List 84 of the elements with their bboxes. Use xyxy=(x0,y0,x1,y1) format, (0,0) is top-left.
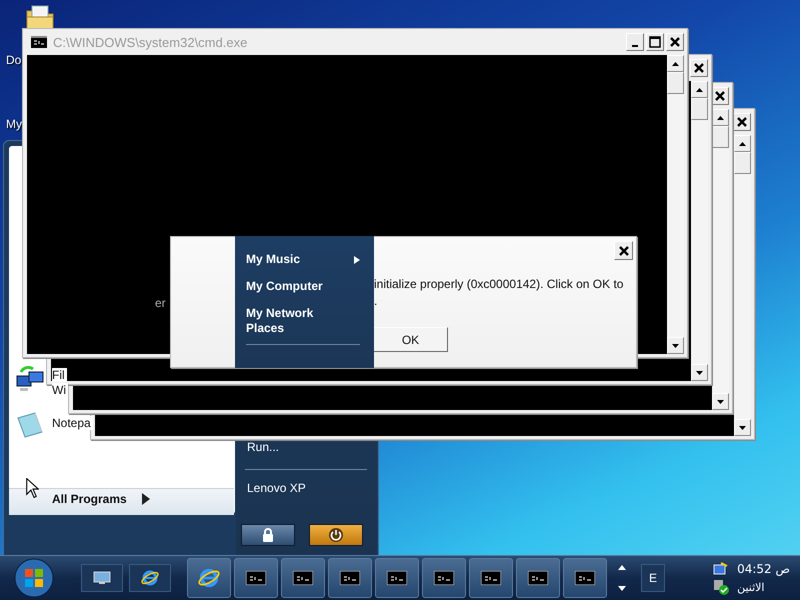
maximize-button[interactable] xyxy=(646,33,664,51)
console-icon xyxy=(528,571,548,585)
browser-button[interactable] xyxy=(129,564,171,592)
scroll-down-icon[interactable] xyxy=(712,393,729,410)
scrollbar[interactable] xyxy=(734,135,751,436)
scrollbar-thumb[interactable] xyxy=(667,72,684,94)
scroll-down-icon[interactable] xyxy=(667,337,684,354)
console-task-button[interactable] xyxy=(469,558,513,598)
close-icon xyxy=(737,117,747,127)
network-icon[interactable] xyxy=(713,561,730,577)
all-programs-button[interactable]: All Programs xyxy=(48,490,131,508)
lock-icon xyxy=(262,528,274,542)
console-icon xyxy=(434,571,454,585)
start-menu-item[interactable]: Lenovo XP xyxy=(247,481,306,495)
start-button[interactable] xyxy=(13,557,55,599)
start-menu-item[interactable]: Notepa xyxy=(52,416,93,430)
start-menu-item[interactable]: My Network Places xyxy=(246,306,360,336)
start-menu-item[interactable]: My Computer xyxy=(246,279,360,294)
lock-button[interactable] xyxy=(241,524,295,546)
power-button[interactable] xyxy=(309,524,363,546)
desktop-icon-label[interactable]: My xyxy=(6,117,22,131)
close-button[interactable] xyxy=(614,241,633,260)
console-icon xyxy=(293,571,313,585)
console-icon xyxy=(387,571,407,585)
console-icon xyxy=(481,571,501,585)
scroll-up-icon[interactable] xyxy=(691,81,708,98)
console-text: er xyxy=(155,296,166,310)
console-task-button[interactable] xyxy=(234,558,278,598)
console-icon xyxy=(575,571,595,585)
clock-day[interactable]: الاثنين xyxy=(737,580,764,594)
console-task-button[interactable] xyxy=(281,558,325,598)
close-button[interactable] xyxy=(666,33,684,51)
scroll-down-icon[interactable] xyxy=(691,364,708,381)
console-icon xyxy=(340,571,360,585)
close-icon xyxy=(715,91,725,101)
taskbar-button[interactable]: E xyxy=(641,564,665,592)
console-task-button[interactable] xyxy=(516,558,560,598)
shield-check-icon[interactable] xyxy=(713,579,730,595)
scrollbar-thumb[interactable] xyxy=(691,98,708,120)
scroll-up-icon[interactable] xyxy=(617,563,627,571)
monitor-icon xyxy=(93,571,111,585)
error-message: initialize properly (0xc0000142). Click on OK to xyxy=(374,277,624,291)
maximize-icon xyxy=(649,36,661,48)
minimize-button[interactable] xyxy=(626,33,644,51)
scroll-down-icon[interactable] xyxy=(734,419,751,436)
submenu-arrow-icon xyxy=(354,256,360,264)
close-icon xyxy=(694,63,704,73)
mouse-pointer-icon xyxy=(26,478,39,498)
clock-time[interactable]: ص 04:52 xyxy=(737,562,790,576)
scrollbar-thumb[interactable] xyxy=(712,126,729,148)
scrollbar[interactable] xyxy=(712,109,729,410)
console-icon xyxy=(246,571,266,585)
scrollbar[interactable] xyxy=(667,55,684,354)
browser-task-button[interactable] xyxy=(187,558,231,598)
close-icon xyxy=(618,246,628,256)
close-icon xyxy=(670,37,680,47)
notepad-icon xyxy=(15,410,45,440)
scroll-up-icon[interactable] xyxy=(667,55,684,72)
start-menu-item[interactable]: Run... xyxy=(247,440,280,454)
scrollbar-thumb[interactable] xyxy=(734,152,751,174)
console-task-button[interactable] xyxy=(563,558,607,598)
scroll-down-icon[interactable] xyxy=(617,585,627,593)
browser-e-icon xyxy=(141,569,159,587)
desktop-icon-label[interactable]: Do xyxy=(6,53,22,67)
scroll-up-icon[interactable] xyxy=(712,109,729,126)
start-menu-item[interactable]: Fil xyxy=(52,368,67,382)
minimize-icon xyxy=(632,45,638,47)
close-button[interactable] xyxy=(690,59,708,77)
close-button[interactable] xyxy=(733,113,751,131)
error-message: . xyxy=(374,294,378,308)
power-icon xyxy=(328,527,344,543)
console-task-button[interactable] xyxy=(328,558,372,598)
show-desktop-button[interactable] xyxy=(81,564,123,592)
console-task-button[interactable] xyxy=(422,558,466,598)
window-title: C:\WINDOWS\system32\cmd.exe xyxy=(53,34,248,50)
start-menu-item[interactable]: Wi xyxy=(52,383,68,397)
console-task-button[interactable] xyxy=(375,558,419,598)
scroll-up-icon[interactable] xyxy=(734,135,751,152)
scrollbar[interactable] xyxy=(691,81,708,381)
arrow-icon xyxy=(142,493,150,505)
start-menu-item[interactable]: My Music xyxy=(246,252,360,267)
ok-button[interactable]: OK xyxy=(373,327,448,352)
browser-e-icon xyxy=(198,567,220,589)
console-icon xyxy=(31,36,47,48)
